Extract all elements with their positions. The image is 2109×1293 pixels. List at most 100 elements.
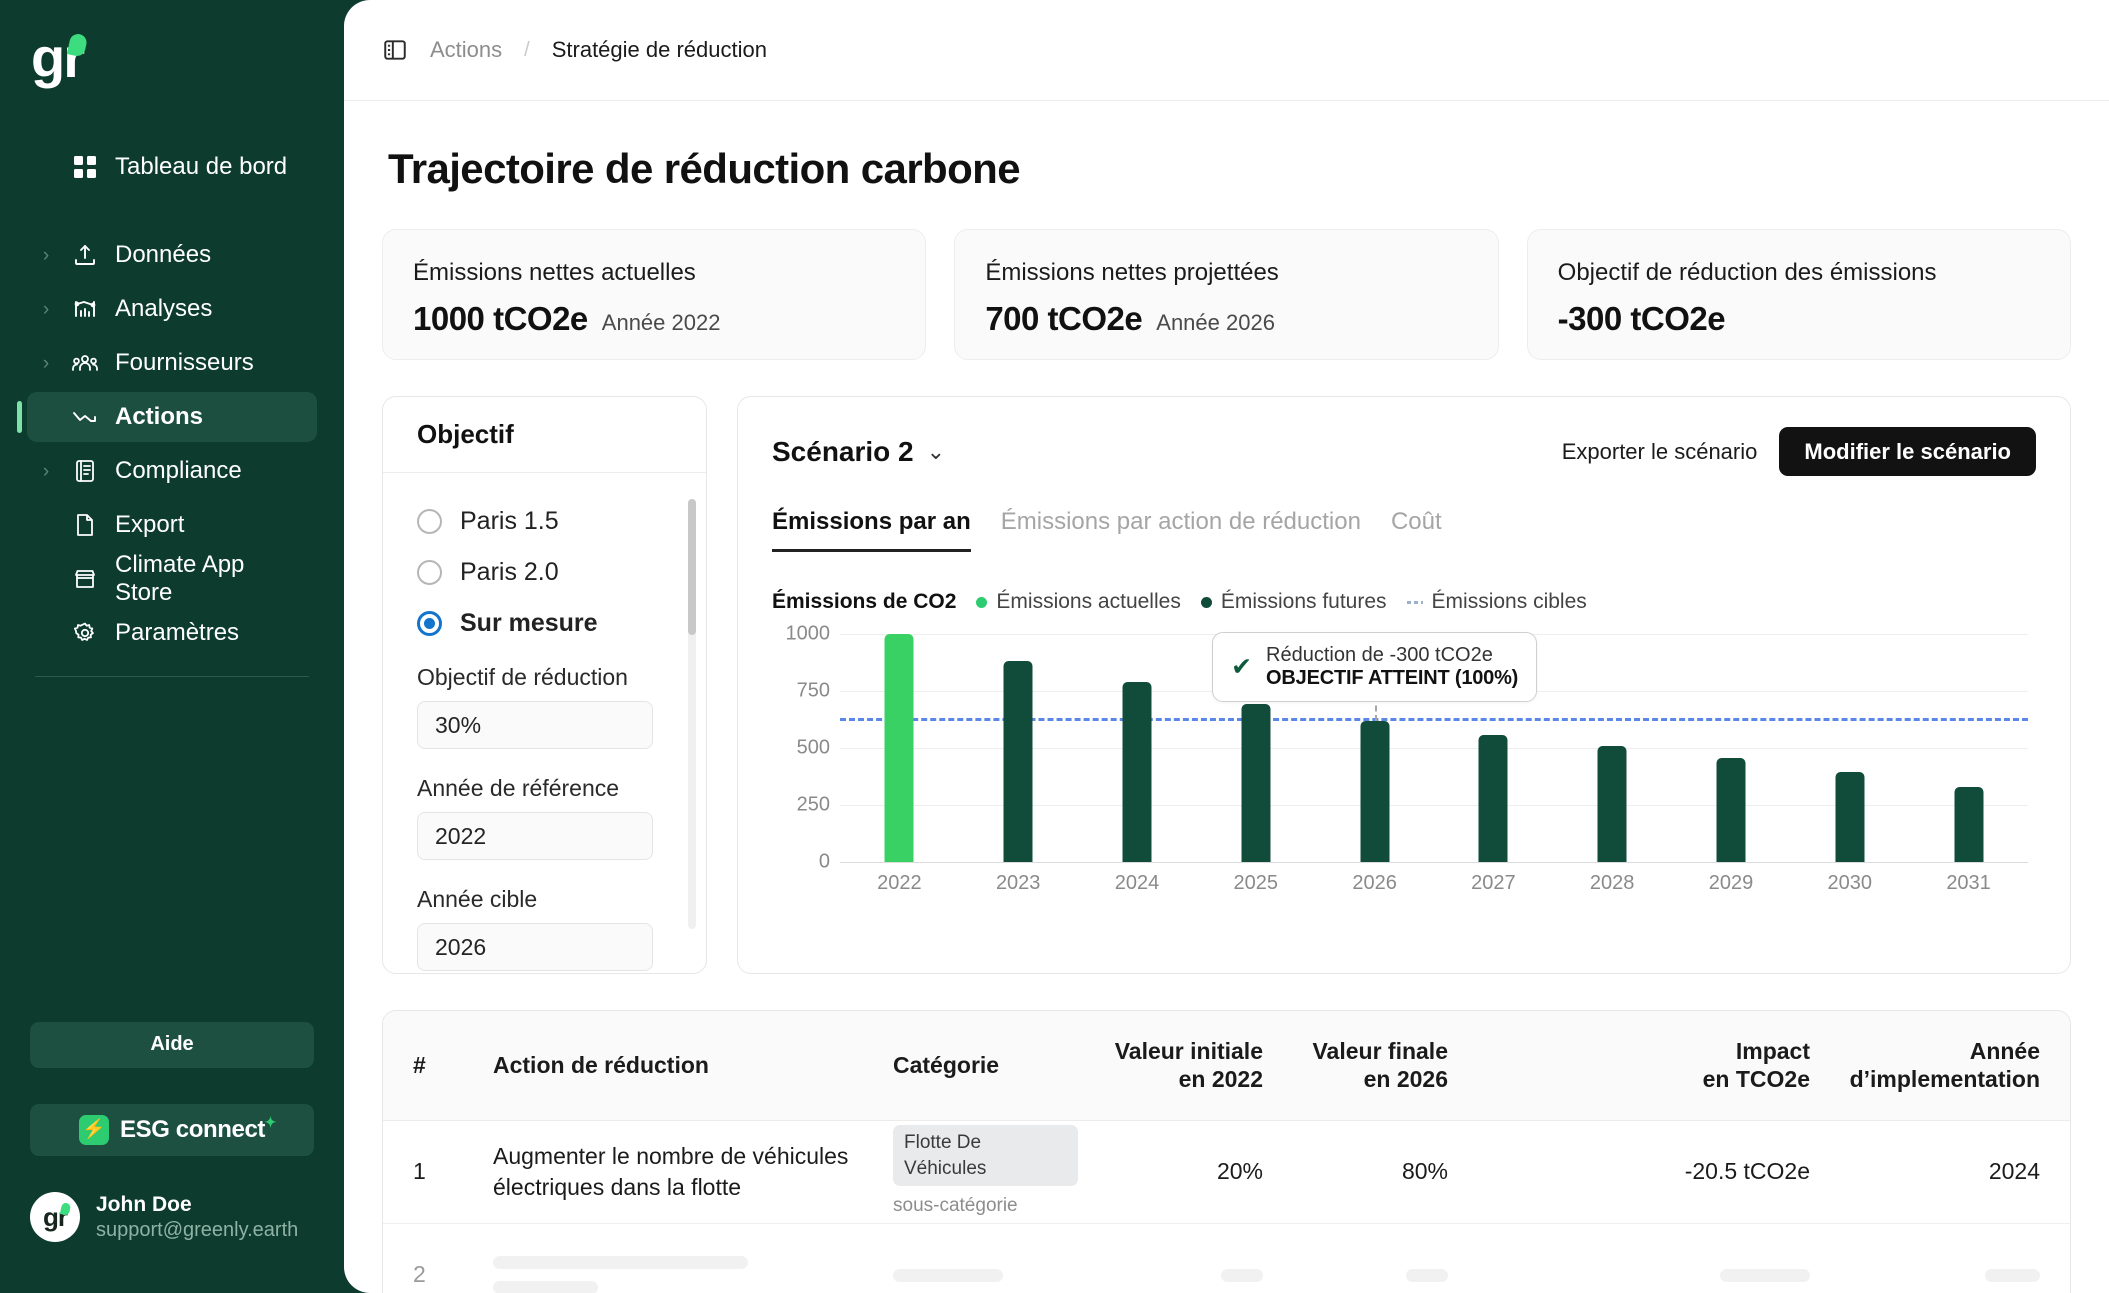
avatar: gr	[30, 1192, 80, 1243]
sidebar-item-donnees[interactable]: › Données	[27, 230, 317, 280]
input-annee-reference[interactable]: 2022	[417, 812, 653, 860]
trend-down-icon	[71, 405, 99, 429]
bar-2027[interactable]	[1478, 735, 1508, 862]
legend-item-future: Émissions futures	[1200, 590, 1387, 614]
x-tick-label: 2025	[1233, 872, 1279, 894]
scenario-selector[interactable]: Scénario 2 ⌄	[772, 436, 945, 468]
middle-section: Objectif Paris 1.5 Paris 2.0 Sur mesure …	[382, 396, 2071, 974]
esg-connect-button[interactable]: ⚡ ESG connect ✦	[30, 1103, 314, 1156]
chart-tabs: Émissions par an Émissions par action de…	[772, 508, 2036, 552]
chevron-right-icon[interactable]: ›	[37, 462, 55, 481]
bar-2023[interactable]	[1003, 661, 1033, 862]
input-objectif-reduction[interactable]: 30%	[417, 701, 653, 749]
bar-column[interactable]	[959, 634, 1078, 862]
user-email: support@greenly.earth	[96, 1219, 299, 1241]
bar-column[interactable]	[1078, 634, 1197, 862]
radio-icon[interactable]	[417, 509, 442, 534]
col-header-num: #	[413, 1051, 426, 1078]
bar-2026[interactable]	[1360, 720, 1390, 862]
scenario-chart-panel: Scénario 2 ⌄ Exporter le scénario Modifi…	[737, 396, 2071, 974]
category-chip: Flotte De Véhicules	[893, 1125, 1078, 1187]
radio-icon[interactable]	[417, 560, 442, 585]
table-row[interactable]: 1 Augmenter le nombre de véhicules élect…	[383, 1121, 2070, 1224]
col-header-line2: en TCO2e	[1702, 1065, 1810, 1092]
tab-cout[interactable]: Coût	[1391, 508, 1442, 552]
objectif-scrollbar-thumb[interactable]	[688, 499, 696, 635]
sidebar-item-label: Export	[115, 511, 185, 538]
edit-scenario-button[interactable]: Modifier le scénario	[1779, 427, 2036, 476]
skeleton-bar	[1720, 1268, 1810, 1282]
col-header-line2: en 2026	[1363, 1065, 1448, 1092]
chart-legend: Émissions de CO2 Émissions actuelles Émi…	[772, 590, 2036, 614]
bar-column[interactable]	[1672, 634, 1791, 862]
sidebar-item-fournisseurs[interactable]: › Fournisseurs	[27, 338, 317, 388]
col-header-line2: en 2022	[1178, 1065, 1263, 1092]
sidebar-item-label: Fournisseurs	[115, 349, 254, 376]
col-header-line1: Valeur finale	[1312, 1037, 1448, 1064]
bar-2024[interactable]	[1122, 681, 1152, 862]
chevron-right-icon[interactable]: ›	[37, 354, 55, 373]
bar-2031[interactable]	[1954, 786, 1984, 862]
check-icon: ✔	[1231, 652, 1253, 681]
cell-action-skeleton	[493, 1256, 893, 1293]
toggle-sidebar-icon[interactable]	[382, 37, 408, 63]
y-tick-label: 750	[796, 679, 830, 702]
y-axis: 0 250 500 750 1000	[772, 623, 831, 873]
sidebar-item-climate-app-store[interactable]: › Climate App Store	[27, 551, 317, 606]
sidebar-nav: › Tableau de bord › Données › Analyses	[17, 142, 317, 677]
bar-2029[interactable]	[1716, 758, 1746, 862]
input-annee-cible[interactable]: 2026	[417, 923, 653, 971]
sidebar-item-compliance[interactable]: › Compliance	[27, 446, 317, 496]
kpi-sub: Année 2022	[601, 310, 721, 335]
x-tick-label: 2027	[1471, 872, 1516, 894]
legend-dashed-icon	[1406, 600, 1423, 604]
gear-icon	[71, 621, 99, 645]
upload-icon	[71, 243, 99, 267]
bar-2030[interactable]	[1835, 771, 1865, 862]
document-list-icon	[71, 459, 99, 483]
table-row[interactable]: 2	[383, 1224, 2070, 1293]
breadcrumb-parent[interactable]: Actions	[430, 37, 502, 63]
subcategory-label: sous-catégorie	[893, 1195, 1018, 1217]
bar-2028[interactable]	[1597, 746, 1627, 862]
page-title: Trajectoire de réduction carbone	[388, 145, 1021, 192]
bar-2025[interactable]	[1241, 703, 1271, 862]
bar-column[interactable]	[1553, 634, 1672, 862]
radio-icon-selected[interactable]	[417, 611, 442, 636]
sidebar-item-analyses[interactable]: › Analyses	[27, 284, 317, 334]
sidebar-item-actions[interactable]: › Actions	[17, 392, 317, 442]
export-scenario-button[interactable]: Exporter le scénario	[1562, 439, 1758, 465]
col-header-line1: Année	[1969, 1037, 2040, 1064]
esg-connect-label: ESG connect	[120, 1115, 265, 1143]
sparkle-icon: ✦	[264, 1113, 277, 1130]
kpi-sub: Année 2026	[1156, 310, 1275, 335]
bar-column[interactable]	[840, 634, 959, 862]
app-logo[interactable]: gr	[27, 0, 317, 118]
bar-column[interactable]	[1790, 634, 1909, 862]
scenario-name: Scénario 2	[772, 435, 914, 467]
col-header-annee: Année d’implementation	[1810, 1038, 2070, 1093]
user-profile[interactable]: gr John Doe support@greenly.earth	[27, 1192, 317, 1293]
radio-option-sur-mesure[interactable]: Sur mesure	[417, 609, 672, 638]
emissions-bar-chart: 0 250 500 750 1000 2022 2023 2024 2025 2026 2027 2…	[772, 623, 2036, 902]
radio-option-paris-2-0[interactable]: Paris 2.0	[417, 558, 672, 587]
sidebar-item-tableau-de-bord[interactable]: › Tableau de bord	[27, 142, 317, 192]
chevron-right-icon[interactable]: ›	[37, 246, 55, 265]
main-content: Actions / Stratégie de réduction Traject…	[344, 0, 2109, 1293]
tab-emissions-par-an[interactable]: Émissions par an	[772, 508, 971, 552]
help-button[interactable]: Aide	[30, 1021, 314, 1068]
chevron-right-icon[interactable]: ›	[37, 300, 55, 319]
sidebar-item-export[interactable]: › Export	[27, 500, 317, 550]
sidebar-item-label: Tableau de bord	[115, 153, 288, 180]
bar-2022[interactable]	[884, 634, 914, 862]
objectif-body: Paris 1.5 Paris 2.0 Sur mesure Objectif …	[383, 473, 706, 973]
bar-column[interactable]	[1909, 634, 2028, 862]
sidebar-item-parametres[interactable]: › Paramètres	[27, 608, 317, 658]
tab-emissions-par-action[interactable]: Émissions par action de réduction	[1001, 508, 1361, 552]
radio-option-paris-1-5[interactable]: Paris 1.5	[417, 507, 672, 536]
legend-dot-icon	[1200, 596, 1212, 608]
chevron-down-icon[interactable]: ⌄	[927, 439, 945, 465]
actions-table: # Action de réduction Catégorie Valeur i…	[382, 1010, 2071, 1293]
field-label-objectif-reduction: Objectif de réduction	[417, 664, 628, 690]
x-tick-label: 2023	[995, 872, 1041, 894]
